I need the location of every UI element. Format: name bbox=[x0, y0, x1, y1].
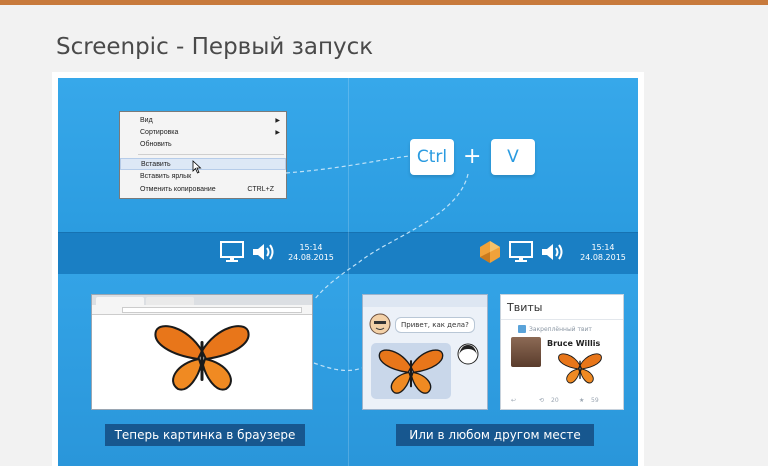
avatar bbox=[511, 337, 541, 367]
speaker-icon bbox=[542, 244, 563, 260]
tweet-author[interactable]: Bruce Willis bbox=[547, 339, 600, 348]
tweet-actions: ↩ ⟲ 20 ★ 59 bbox=[501, 395, 623, 409]
browser-tab bbox=[146, 297, 194, 305]
monitor-icon bbox=[509, 241, 533, 262]
caption-left: Теперь картинка в браузере bbox=[105, 424, 305, 446]
speaker-icon bbox=[253, 244, 274, 260]
butterfly-image bbox=[154, 325, 250, 391]
pin-icon bbox=[518, 325, 526, 333]
messenger-window: Привет, как дела? bbox=[362, 294, 488, 410]
retweet-count: 20 bbox=[551, 397, 559, 404]
top-accent-bar bbox=[0, 0, 768, 5]
messenger-header bbox=[363, 295, 487, 307]
butterfly-image bbox=[378, 349, 444, 394]
chat-bubble-message: Привет, как дела? bbox=[395, 317, 475, 333]
butterfly-image bbox=[558, 353, 602, 384]
avatar bbox=[457, 343, 479, 365]
avatar bbox=[369, 313, 391, 335]
monitor-icon bbox=[220, 241, 244, 262]
browser-address-bar bbox=[92, 305, 312, 315]
browser-window bbox=[91, 294, 313, 410]
page-title: Screenpic - Первый запуск bbox=[56, 34, 374, 60]
like-count: 59 bbox=[591, 397, 599, 404]
caption-right: Или в любом другом месте bbox=[396, 424, 594, 446]
star-icon[interactable]: ★ bbox=[579, 397, 584, 404]
reply-icon[interactable]: ↩ bbox=[511, 397, 516, 404]
browser-tab-strip bbox=[92, 295, 312, 305]
browser-tab bbox=[96, 297, 144, 305]
illustration-panel: Вид ▶ Сортировка ▶ Обновить Вставить Встав… bbox=[58, 78, 638, 466]
screenpic-app-icon bbox=[480, 241, 500, 263]
pinned-label: Закреплённый твит bbox=[529, 326, 592, 333]
retweet-icon[interactable]: ⟲ bbox=[539, 397, 544, 404]
taskbar-clock-right: 15:14 24.08.2015 bbox=[580, 243, 626, 262]
chat-image-bubble bbox=[371, 343, 451, 399]
divider bbox=[501, 319, 623, 320]
twitter-widget: Твиты Закреплённый твит Bruce Willis ↩ ⟲… bbox=[500, 294, 624, 410]
twitter-header: Твиты bbox=[507, 301, 543, 314]
taskbar-clock-left: 15:14 24.08.2015 bbox=[288, 243, 334, 262]
